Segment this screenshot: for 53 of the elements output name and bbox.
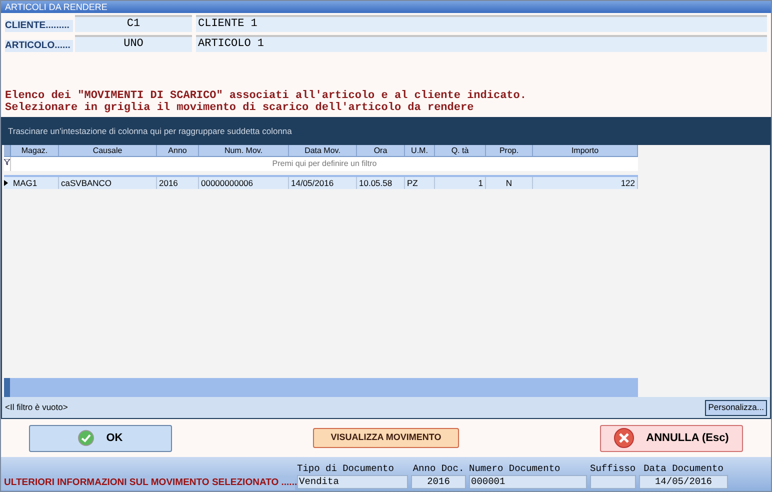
table-cell: 00000000006: [199, 177, 289, 189]
instruction-text: Selezionare in griglia il movimento di scarico dell'articolo da rendere: [5, 102, 475, 114]
info-field[interactable]: 000001: [469, 475, 587, 489]
table-cell: PZ: [405, 177, 435, 189]
info-field[interactable]: 2016: [411, 475, 466, 489]
info-label: Tipo di Documento: [297, 463, 395, 475]
column-header[interactable]: Q. tà: [435, 145, 486, 156]
group-panel-hint: Trascinare un'intestazione di colonna qui per raggruppare suddetta colonna: [8, 124, 292, 138]
info-label: Suffisso: [590, 463, 636, 475]
info-field[interactable]: [590, 475, 636, 489]
filter-icon: [4, 159, 10, 165]
table-cell: MAG1: [11, 177, 59, 189]
column-header[interactable]: Data Mov.: [289, 145, 357, 156]
table-cell: 2016: [157, 177, 199, 189]
info-label: Numero Documento: [469, 463, 562, 475]
column-header[interactable]: Importo: [533, 145, 638, 156]
info-label: Anno Doc.: [412, 463, 466, 475]
column-header[interactable]: Num. Mov.: [199, 145, 289, 156]
description-field[interactable]: CLIENTE 1: [196, 15, 767, 32]
instruction-text: Elenco dei "MOVIMENTI DI SCARICO" associati all'articolo e al cliente indicato.: [5, 90, 528, 102]
info-label: Data Documento: [642, 463, 724, 475]
filter-status: <Il filtro è vuoto>: [5, 401, 68, 414]
table-row[interactable]: MAG1 caSVBANCO 2016 00000000006 14/05/2016 10.05.58 PZ 1 N 122: [4, 175, 638, 189]
view-button[interactable]: VISUALIZZA MOVIMENTO: [313, 428, 459, 448]
cancel-button[interactable]: ANNULLA (Esc): [600, 424, 743, 452]
description-field[interactable]: ARTICOLO 1: [196, 35, 767, 52]
column-header[interactable]: Magaz.: [11, 145, 59, 156]
cross-icon: [614, 428, 634, 448]
column-chooser-icon[interactable]: [4, 145, 11, 156]
info-field[interactable]: Vendita: [297, 475, 408, 489]
table-cell: caSVBANCO: [59, 177, 157, 189]
info-field[interactable]: 14/05/2016: [639, 475, 728, 489]
window-title: ARTICOLI DA RENDERE: [1, 1, 771, 13]
field-label: ARTICOLO......: [5, 40, 73, 52]
column-header[interactable]: U.M.: [405, 145, 435, 156]
info-bar-title: ULTERIORI INFORMAZIONI SUL MOVIMENTO SELEZIONATO ......: [1, 476, 295, 490]
table-cell: 14/05/2016: [289, 177, 357, 189]
check-icon: [78, 430, 94, 446]
column-header[interactable]: Causale: [59, 145, 157, 156]
column-header[interactable]: Ora: [357, 145, 405, 156]
customize-button[interactable]: Personalizza...: [705, 400, 767, 416]
code-field[interactable]: C1: [75, 15, 192, 32]
table-cell: 1: [435, 177, 486, 189]
row-pointer-icon: [4, 180, 8, 186]
table-cell: 122: [533, 177, 638, 189]
column-header[interactable]: Anno: [157, 145, 199, 156]
column-header[interactable]: Prop.: [486, 145, 533, 156]
scrollbar[interactable]: [4, 378, 638, 397]
table-cell: N: [486, 177, 533, 189]
ok-button[interactable]: OK: [29, 424, 172, 452]
table-cell: 10.05.58: [357, 177, 405, 189]
field-label: CLIENTE.........: [5, 20, 73, 32]
code-field[interactable]: UNO: [75, 35, 192, 52]
